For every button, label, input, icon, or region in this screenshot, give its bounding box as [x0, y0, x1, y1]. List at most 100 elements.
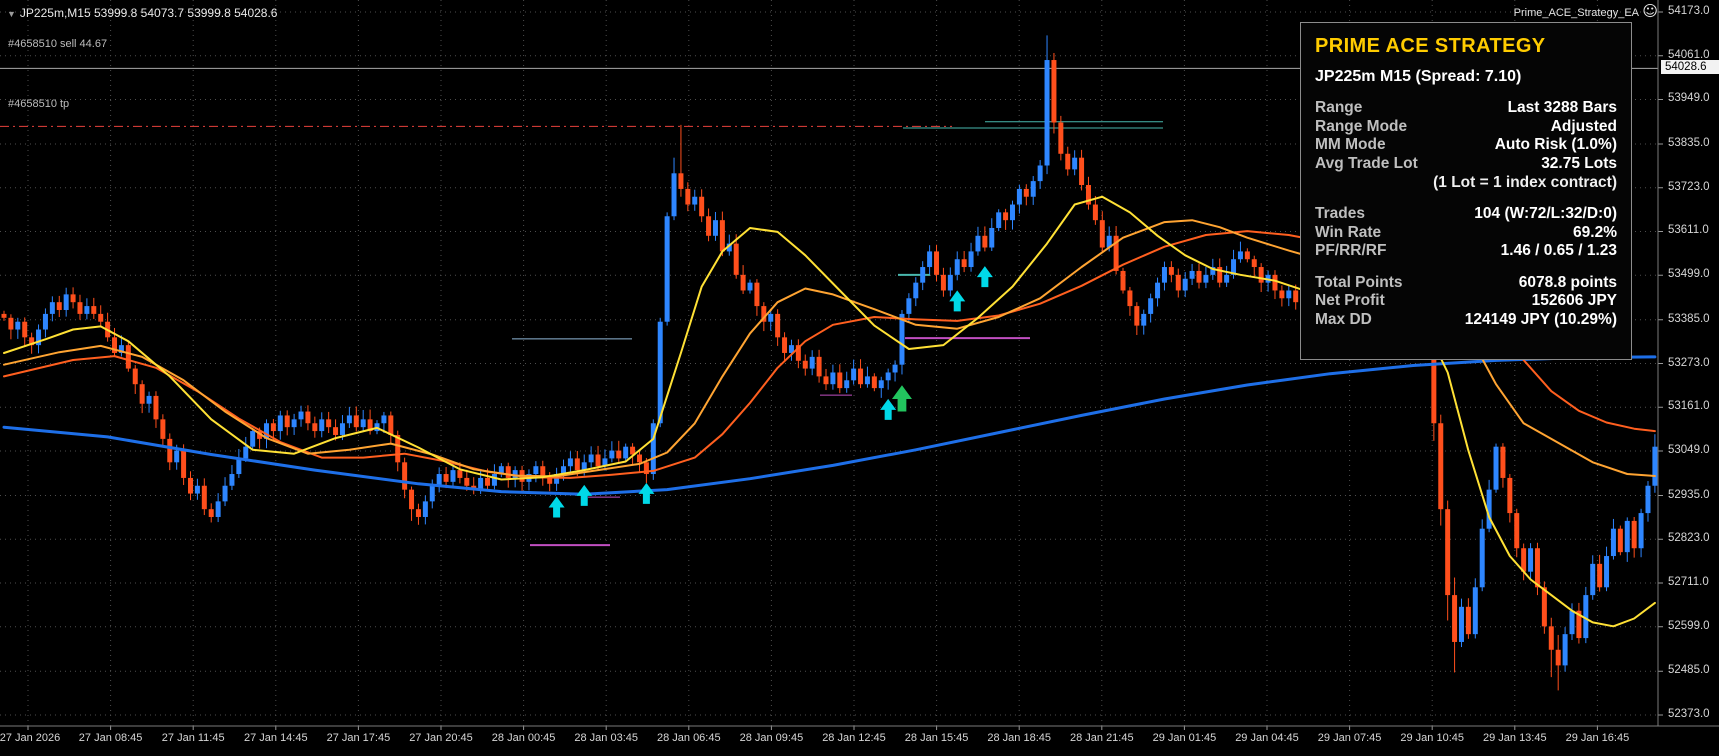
candle-body: [1148, 298, 1154, 314]
candle-body: [1030, 181, 1036, 197]
candle-body: [837, 372, 843, 389]
candle-body: [1244, 251, 1250, 260]
stat-value: Adjusted: [1550, 117, 1617, 135]
candle-body: [1638, 513, 1644, 549]
candle-body: [1438, 423, 1444, 510]
candle-body: [574, 458, 580, 471]
candle-body: [851, 368, 857, 381]
ea-active-smiley-icon[interactable]: ☺: [1642, 4, 1658, 19]
candle-body: [174, 450, 180, 463]
candle-body: [409, 489, 415, 510]
time-axis-label: 27 Jan 17:45: [326, 732, 391, 744]
tp-order-label: #4658510 tp: [8, 98, 70, 110]
candle-body: [947, 274, 953, 291]
time-axis-label: 28 Jan 03:45: [574, 732, 638, 744]
candle-body: [913, 282, 919, 299]
candle-body: [360, 419, 366, 428]
price-axis-label: 52599.0: [1668, 619, 1710, 632]
candle-body: [747, 282, 753, 291]
candle-body: [940, 274, 946, 291]
candle-body: [422, 501, 428, 517]
candle-body: [989, 227, 995, 248]
candle-body: [450, 470, 456, 482]
candle-body: [139, 384, 145, 404]
buy-arrow-icon: [949, 290, 966, 312]
time-axis-label: 29 Jan 16:45: [1565, 732, 1630, 744]
stat-row: Trades 104 (W:72/L:32/D:0): [1315, 205, 1617, 224]
price-axis-label: 54061.0: [1668, 48, 1710, 61]
candle-body: [49, 302, 55, 314]
mt4-chart-window: ▼ JP225m,M15 53999.8 54073.7 53999.8 5402…: [0, 0, 1719, 756]
price-axis-label: 53161.0: [1668, 400, 1710, 413]
stat-label: PF/RR/RF: [1315, 242, 1387, 259]
candle-body: [844, 380, 850, 389]
candle-body: [858, 368, 864, 385]
candle-body: [934, 251, 940, 275]
candle-body: [1590, 563, 1596, 596]
candle-body: [436, 474, 442, 486]
candle-body: [809, 356, 815, 369]
time-axis[interactable]: 27 Jan 2026 27 Jan 08:45 27 Jan 11:45 27 Ja…: [0, 727, 1719, 756]
price-axis-label: 53273.0: [1668, 356, 1710, 369]
strong-buy-arrow-icon: [891, 385, 912, 412]
candle-body: [664, 216, 670, 322]
candle-body: [782, 337, 788, 353]
candle-body: [443, 474, 449, 482]
chart-collapse-icon[interactable]: ▼: [7, 9, 16, 19]
candle-body: [1099, 220, 1105, 248]
candle-body: [84, 306, 90, 314]
candle-body: [1293, 290, 1299, 303]
buy-arrow-icon: [576, 484, 593, 506]
stat-row: Avg Trade Lot 32.75 Lots: [1315, 155, 1617, 174]
current-price-tag: 54028.6: [1661, 60, 1719, 75]
candle-body: [1134, 306, 1140, 326]
candle-body: [298, 411, 304, 420]
candle-body: [719, 220, 725, 252]
candle-body: [706, 216, 712, 236]
price-axis-label: 52373.0: [1668, 708, 1710, 720]
candle-body: [1175, 274, 1181, 291]
time-axis-label: 29 Jan 01:45: [1152, 732, 1217, 744]
candle-body: [1120, 270, 1126, 291]
candle-body: [1631, 520, 1637, 549]
candle-body: [70, 294, 76, 303]
stat-row: Total Points 6078.8 points: [1315, 274, 1617, 293]
candle-body: [229, 474, 235, 486]
time-axis-label: 29 Jan 07:45: [1317, 732, 1382, 744]
candle-body: [1058, 122, 1064, 154]
candle-body: [1009, 204, 1015, 221]
candle-body: [1, 313, 7, 318]
price-axis-label: 53611.0: [1668, 224, 1709, 237]
candle-body: [457, 470, 463, 478]
chart-symbol: JP225m,M15: [19, 6, 91, 20]
candle-body: [595, 454, 601, 467]
candle-body: [968, 251, 974, 268]
time-axis-label: 29 Jan 04:45: [1235, 732, 1299, 744]
candle-body: [547, 477, 553, 484]
candle-body: [1182, 278, 1188, 291]
candle-body: [188, 477, 194, 494]
candle-body: [1458, 606, 1464, 642]
candle-body: [961, 259, 967, 268]
buy-arrow-icon: [638, 482, 655, 504]
price-axis[interactable]: 54173.0 54061.0 53949.0 53835.0 53723.0 53611…: [1659, 0, 1719, 726]
candle-body: [1562, 634, 1568, 666]
candle-body: [1534, 548, 1540, 588]
candle-body: [63, 294, 69, 310]
candle-body: [305, 411, 311, 424]
candle-body: [1161, 267, 1167, 283]
candle-body: [740, 274, 746, 291]
candle-body: [533, 466, 539, 475]
candle-body: [346, 415, 352, 424]
candle-body: [1445, 509, 1451, 596]
candle-body: [194, 485, 200, 494]
stat-row: MM Mode Auto Risk (1.0%): [1315, 136, 1617, 155]
sell-order-label: #4658510 sell 44.67: [8, 38, 108, 50]
candle-body: [830, 372, 836, 385]
candle-body: [1652, 446, 1658, 486]
candle-body: [1003, 212, 1009, 221]
candle-body: [167, 438, 173, 463]
ea-info-panel: PRIME ACE STRATEGY JP225m M15 (Spread: 7…: [1300, 22, 1632, 360]
candle-body: [671, 173, 677, 217]
candle-body: [1237, 251, 1243, 260]
